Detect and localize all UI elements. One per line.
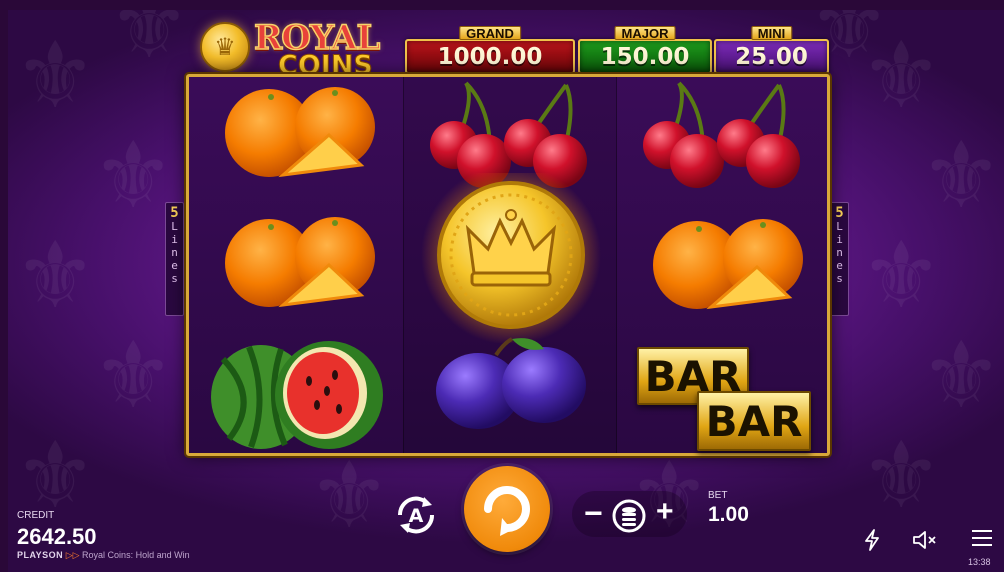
speaker-muted-icon [913, 531, 936, 549]
symbol-orange [189, 203, 403, 329]
coin-stack-icon [612, 499, 646, 533]
lightning-icon [865, 529, 879, 551]
fleur-de-lis-decoration: ⚜ [108, 10, 191, 79]
spin-button[interactable] [464, 466, 550, 552]
svg-text:A: A [409, 505, 424, 527]
fleur-de-lis-decoration: ⚜ [920, 122, 1003, 229]
paylines-count: 5 [835, 205, 844, 221]
spin-icon [484, 486, 530, 536]
brand-name: PLAYSON [17, 550, 64, 560]
fleur-de-lis-decoration: ⚜ [92, 122, 175, 229]
fleur-de-lis-decoration: ⚜ [14, 222, 97, 329]
symbol-plum [404, 333, 618, 459]
crown-icon: ♛ [214, 33, 236, 61]
jackpot-grand: 1000.00 GRAND [405, 26, 575, 76]
jackpot-grand-label: GRAND [459, 26, 521, 41]
credit-label: CREDIT [17, 510, 55, 521]
jackpot-grand-value: 1000.00 [405, 39, 575, 74]
crown-coin-emblem: ♛ [200, 22, 250, 72]
turbo-lightning-icon[interactable] [864, 529, 880, 551]
clock: 13:38 [968, 557, 991, 567]
bet-control: − + [572, 491, 687, 537]
watermelon-icon [211, 341, 383, 449]
fleur-de-lis-decoration: ⚜ [14, 422, 97, 529]
jackpot-major-label: MAJOR [614, 26, 676, 41]
fleur-de-lis-decoration: ⚜ [860, 422, 943, 529]
symbol-crown-coin [404, 173, 618, 343]
paylines-label: Lines [171, 220, 178, 285]
paylines-count: 5 [170, 205, 179, 221]
footer-game-name: Royal Coins: Hold and Win [82, 550, 190, 560]
paylines-label: Lines [836, 220, 843, 285]
reel-2 [403, 77, 617, 453]
jackpot-mini-value: 25.00 [714, 39, 829, 74]
bet-decrease-button[interactable]: − [584, 497, 603, 529]
fleur-de-lis-decoration: ⚜ [14, 22, 97, 129]
symbol-watermelon [189, 329, 403, 455]
orange-icon [225, 87, 375, 178]
menu-line [972, 544, 992, 546]
autoplay-icon: A [397, 496, 435, 534]
menu-line [972, 530, 992, 532]
symbol-bar: BAR BAR [617, 337, 831, 463]
footer-brand: PLAYSON ▷▷ Royal Coins: Hold and Win [17, 550, 190, 561]
fleur-de-lis-decoration: ⚜ [308, 442, 391, 549]
symbol-cherry [617, 77, 831, 203]
bar-bottom: BAR [697, 391, 811, 451]
reels-frame: BAR BAR [186, 74, 830, 456]
reel-3: BAR BAR [617, 77, 831, 453]
crown-coin-icon [421, 173, 601, 343]
menu-hamburger-icon[interactable] [972, 530, 992, 548]
reel-1 [189, 77, 403, 453]
sound-mute-button[interactable] [912, 529, 938, 551]
jackpot-major-value: 150.00 [578, 39, 712, 74]
orange-icon [225, 217, 375, 308]
fleur-de-lis-decoration: ⚜ [860, 222, 943, 329]
bet-label: BET [708, 490, 728, 501]
autoplay-button[interactable]: A [392, 491, 440, 539]
plum-icon [436, 337, 586, 429]
paylines-indicator-right: 5 Lines [830, 202, 849, 316]
jackpot-major: 150.00 MAJOR [578, 26, 712, 76]
symbol-orange [617, 203, 831, 329]
brand-separator-icon: ▷▷ [65, 550, 83, 560]
symbol-orange [189, 77, 403, 203]
orange-icon [653, 219, 803, 310]
jackpot-mini: 25.00 MINI [714, 26, 829, 76]
bet-value: 1.00 [708, 503, 749, 526]
cherry-icon [643, 81, 800, 188]
jackpot-mini-label: MINI [750, 26, 793, 41]
bet-increase-button[interactable]: + [656, 495, 674, 529]
coin-stack-button[interactable] [612, 499, 646, 533]
credit-value: 2642.50 [17, 524, 97, 549]
menu-line [972, 537, 992, 539]
fleur-de-lis-decoration: ⚜ [920, 322, 1003, 429]
paylines-indicator-left: 5 Lines [165, 202, 184, 316]
fleur-de-lis-decoration: ⚜ [92, 322, 175, 429]
